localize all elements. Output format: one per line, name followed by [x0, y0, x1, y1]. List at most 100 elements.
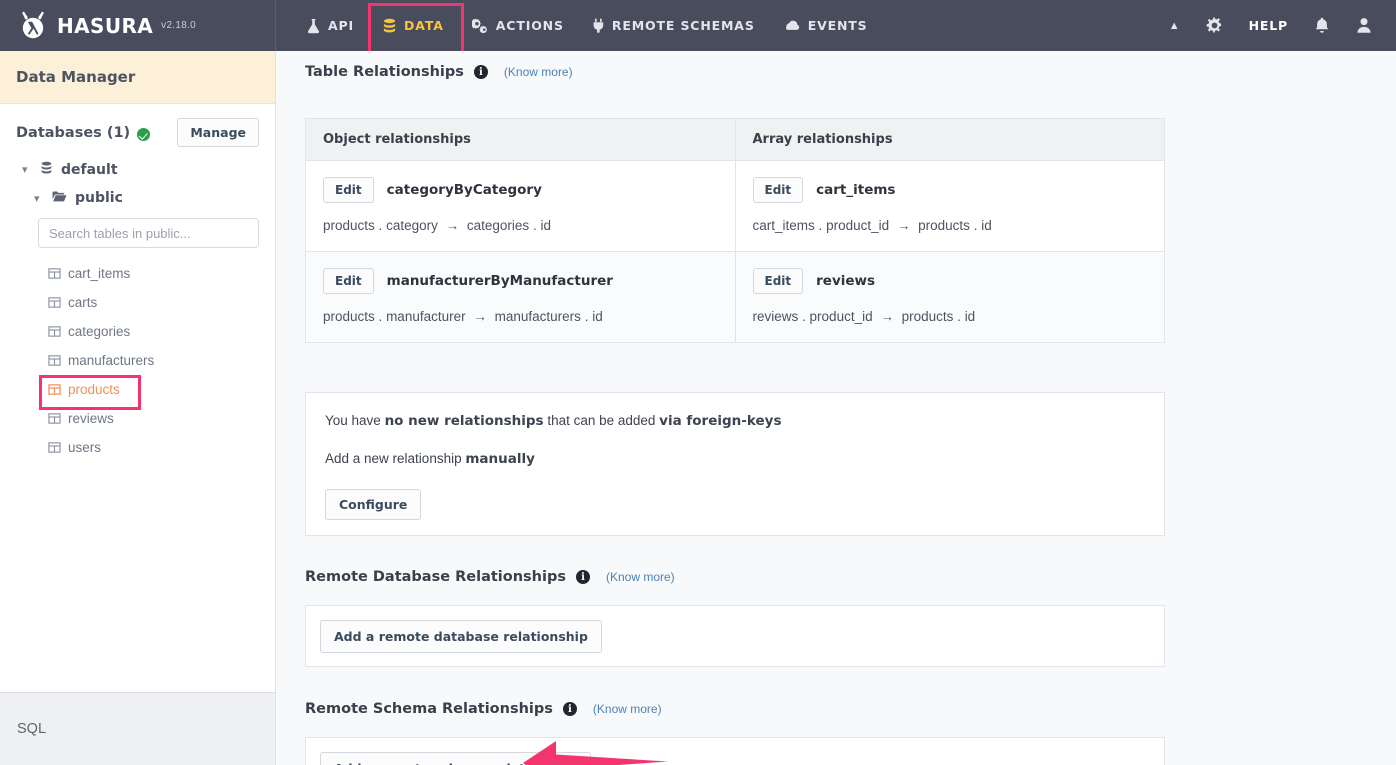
to-column: id [540, 218, 551, 233]
search-tables-input[interactable] [38, 218, 259, 248]
remote-schema-relationships-header: Remote Schema Relationships i (Know more… [277, 701, 662, 717]
remote-schema-relationships-box: Add a remote schema relationship [305, 737, 1165, 765]
brand-version: v2.18.0 [161, 20, 196, 31]
dot-separator: . [802, 309, 810, 324]
table-grid-icon [48, 383, 61, 396]
array-relationship-cell: Edit cart_items cart_items . product_id … [736, 161, 1165, 251]
sidebar-table-label: reviews [68, 411, 114, 426]
to-table: products [902, 309, 954, 324]
bell-icon[interactable] [1314, 17, 1330, 34]
sidebar-db-default[interactable]: ▾ default [0, 155, 275, 184]
add-manually-text: Add a new relationship manually [325, 451, 1145, 467]
arrow-right-icon: → [876, 309, 898, 324]
table-grid-icon [48, 267, 61, 280]
nn-prefix: You have [325, 413, 385, 428]
cogs-icon [472, 18, 489, 34]
chevron-down-icon: ▾ [34, 192, 44, 205]
brand-logo-area[interactable]: HASURA v2.18.0 [0, 0, 276, 51]
nav-tabs: API DATA ACTIONS [292, 0, 882, 51]
from-table: reviews [753, 309, 799, 324]
no-new-relationships-text: You have no new relationships that can b… [325, 413, 1145, 429]
loading-indicator-icon: ▲ [1169, 20, 1180, 32]
nav-right-controls: ▲ HELP [1169, 0, 1396, 51]
tab-api-label: API [328, 18, 354, 33]
search-tables-wrapper [0, 212, 275, 254]
tab-actions[interactable]: ACTIONS [458, 0, 578, 51]
database-icon [40, 161, 53, 178]
edit-button[interactable]: Edit [753, 177, 804, 203]
to-column: id [965, 309, 976, 324]
help-button[interactable]: HELP [1249, 18, 1288, 33]
nn-bold-2: via foreign-keys [659, 413, 781, 429]
configure-button[interactable]: Configure [325, 489, 421, 520]
sidebar-table-manufacturers[interactable]: manufacturers [0, 346, 275, 375]
sidebar-table-label: products [68, 382, 120, 397]
sidebar-table-products[interactable]: products [0, 375, 275, 404]
from-column: category [386, 218, 438, 233]
nn-mid: that can be added [544, 413, 660, 428]
edit-button[interactable]: Edit [323, 177, 374, 203]
relationship-name: categoryByCategory [387, 182, 542, 198]
chevron-down-icon: ▾ [22, 163, 32, 176]
flask-icon [306, 18, 321, 34]
gear-icon[interactable] [1206, 17, 1223, 34]
sidebar-schema-public[interactable]: ▾ public [0, 184, 275, 212]
no-new-relationships-box: You have no new relationships that can b… [305, 392, 1165, 536]
dot-separator: . [957, 309, 965, 324]
edit-button[interactable]: Edit [323, 268, 374, 294]
to-table: products [918, 218, 970, 233]
manual-prefix: Add a new relationship [325, 451, 465, 466]
sql-label: SQL [17, 721, 46, 737]
section-title-remote-schema: Remote Schema Relationships [305, 701, 553, 717]
info-icon[interactable]: i [563, 702, 577, 716]
table-grid-icon [48, 354, 61, 367]
data-manager-header: Data Manager [0, 51, 275, 104]
from-column: product_id [826, 218, 889, 233]
data-manager-title: Data Manager [16, 68, 135, 86]
sidebar-table-label: users [68, 440, 101, 455]
table-relationships-header: Table Relationships i (Know more) [277, 64, 573, 80]
relationship-mapping: cart_items . product_id → products . id [753, 218, 1148, 233]
add-remote-database-relationship-button[interactable]: Add a remote database relationship [320, 620, 602, 653]
user-icon[interactable] [1356, 17, 1372, 34]
to-table: categories [467, 218, 529, 233]
table-grid-icon [48, 296, 61, 309]
object-relationship-cell: Edit manufacturerByManufacturer products… [306, 252, 736, 342]
know-more-link-remote-schema[interactable]: (Know more) [593, 702, 662, 716]
array-relationship-cell: Edit reviews reviews . product_id → prod… [736, 252, 1165, 342]
arrow-right-icon: → [469, 309, 491, 324]
tab-remote-schemas-label: REMOTE SCHEMAS [612, 18, 755, 33]
sidebar-table-reviews[interactable]: reviews [0, 404, 275, 433]
tab-actions-label: ACTIONS [496, 18, 564, 33]
add-remote-schema-relationship-button[interactable]: Add a remote schema relationship [320, 752, 591, 765]
table-row: Edit manufacturerByManufacturer products… [306, 252, 1164, 342]
to-table: manufacturers [495, 309, 581, 324]
tab-events-label: EVENTS [808, 18, 868, 33]
table-grid-icon [48, 441, 61, 454]
know-more-link-table[interactable]: (Know more) [504, 65, 573, 79]
plug-icon [592, 18, 605, 34]
sidebar-table-categories[interactable]: categories [0, 317, 275, 346]
sidebar-sql-section[interactable]: SQL [0, 692, 275, 765]
sidebar-table-label: carts [68, 295, 97, 310]
from-column: product_id [810, 309, 873, 324]
info-icon[interactable]: i [474, 65, 488, 79]
tab-remote-schemas[interactable]: REMOTE SCHEMAS [578, 0, 769, 51]
brand-name: HASURA [57, 14, 153, 38]
relationship-mapping: products . category → categories . id [323, 218, 718, 233]
edit-button[interactable]: Edit [753, 268, 804, 294]
sidebar-table-users[interactable]: users [0, 433, 275, 462]
sidebar-table-cart_items[interactable]: cart_items [0, 259, 275, 288]
dot-separator: . [379, 218, 387, 233]
top-navigation-bar: HASURA v2.18.0 API DATA [0, 0, 1396, 51]
folder-icon [52, 190, 67, 206]
know-more-link-remote-db[interactable]: (Know more) [606, 570, 675, 584]
nn-bold-1: no new relationships [385, 413, 544, 429]
remote-database-relationships-header: Remote Database Relationships i (Know mo… [277, 569, 675, 585]
info-icon[interactable]: i [576, 570, 590, 584]
tab-api[interactable]: API [292, 0, 368, 51]
tab-data[interactable]: DATA [368, 0, 458, 51]
sidebar-table-carts[interactable]: carts [0, 288, 275, 317]
manage-button[interactable]: Manage [177, 118, 259, 147]
tab-events[interactable]: EVENTS [769, 0, 882, 51]
